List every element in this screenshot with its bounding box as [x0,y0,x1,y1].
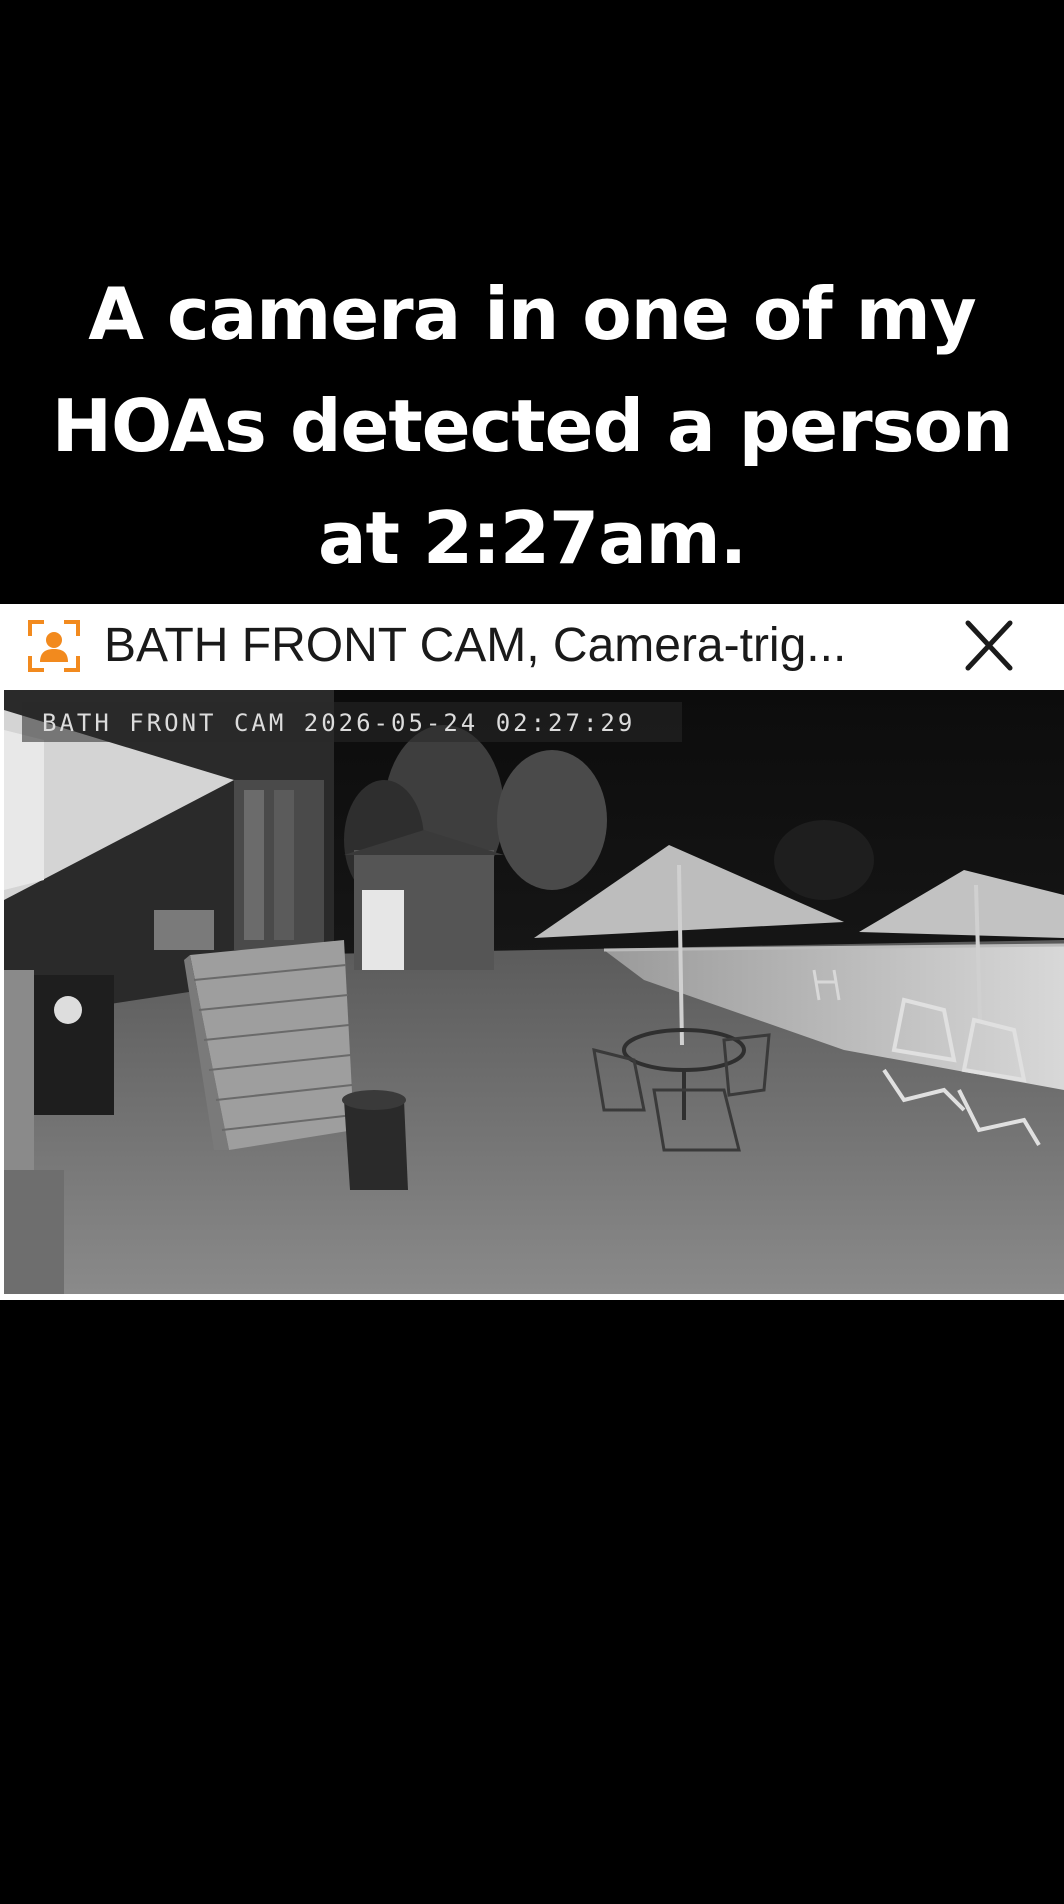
camera-snapshot[interactable]: BATH FRONT CAM 2026-05-24 02:27:29 [0,688,1064,1300]
notification-header[interactable]: BATH FRONT CAM, Camera-trig... [0,604,1064,688]
osd-timestamp: BATH FRONT CAM 2026-05-24 02:27:29 [42,709,635,737]
osd-datetime: 2026-05-24 02:27:29 [303,709,636,737]
close-icon[interactable] [958,618,1020,674]
person-detect-icon [26,618,82,674]
video-caption: A camera in one of my HOAs detected a pe… [40,258,1024,594]
camera-image: BATH FRONT CAM 2026-05-24 02:27:29 [4,690,1064,1294]
caption-line-1: A camera in one of my [88,272,977,356]
osd-camera-name: BATH FRONT CAM [42,709,287,737]
caption-line-3: at 2:27am. [317,496,747,580]
night-vision-scene [4,690,1064,1294]
caption-line-2: HOAs detected a person [51,384,1013,468]
notification-title: BATH FRONT CAM, Camera-trig... [104,619,847,672]
